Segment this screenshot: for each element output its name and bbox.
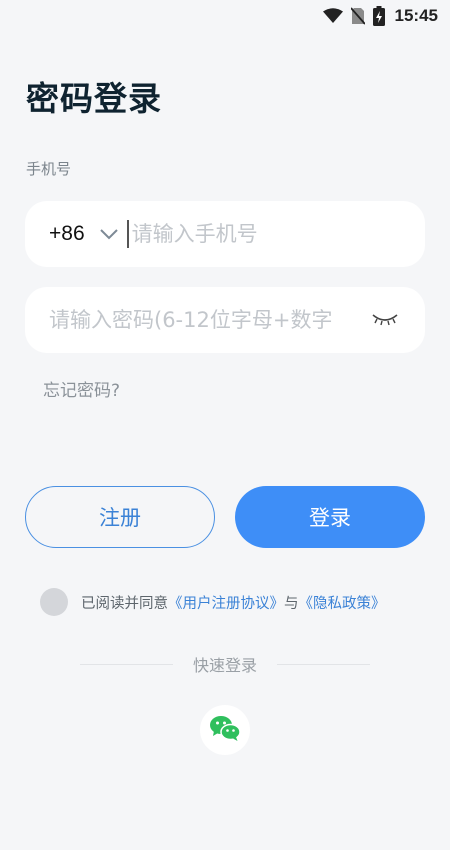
wifi-icon — [322, 8, 343, 24]
battery-icon — [372, 6, 385, 26]
password-input-container — [25, 287, 425, 353]
login-button[interactable]: 登录 — [235, 486, 425, 548]
no-sim-icon — [350, 7, 365, 25]
agreement-checkbox[interactable] — [40, 588, 68, 616]
password-input[interactable] — [49, 308, 349, 332]
quick-login-divider: 快速登录 — [80, 652, 371, 676]
text-cursor — [126, 220, 129, 248]
wechat-icon — [209, 714, 241, 746]
phone-label: 手机号 — [26, 160, 72, 178]
divider-line-right — [277, 663, 371, 665]
agreement-prefix: 已阅读并同意 — [81, 595, 168, 612]
user-agreement-link[interactable]: 《用户注册协议》 — [168, 592, 284, 613]
register-button[interactable]: 注册 — [25, 486, 215, 548]
status-bar: 15:45 — [0, 0, 450, 32]
quick-login-label: 快速登录 — [193, 656, 258, 675]
chevron-down-icon — [99, 228, 119, 240]
agreement-conjunction: 与 — [284, 595, 299, 612]
forgot-password-link[interactable]: 忘记密码? — [43, 376, 120, 401]
phone-input[interactable] — [131, 222, 372, 246]
country-code-selector[interactable]: +86 — [49, 222, 127, 246]
clock: 15:45 — [394, 6, 438, 25]
wechat-login-button[interactable] — [200, 705, 250, 755]
eye-closed-icon[interactable] — [371, 311, 399, 333]
country-code-value: +86 — [49, 222, 85, 245]
privacy-policy-link[interactable]: 《隐私政策》 — [299, 592, 386, 613]
agreement-row: 已阅读并同意 《用户注册协议》 与 《隐私政策》 — [40, 588, 386, 616]
phone-input-container: +86 — [25, 201, 425, 267]
page-title: 密码登录 — [26, 79, 162, 118]
divider-line-left — [80, 663, 173, 665]
